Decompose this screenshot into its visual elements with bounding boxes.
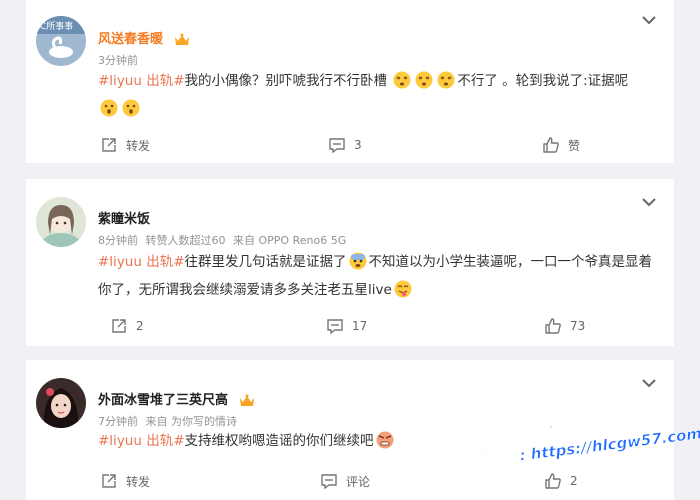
like-button[interactable]: 2 — [544, 472, 578, 490]
username[interactable]: 外面冰雪堆了三英尺高 — [98, 389, 255, 408]
avatar-image — [36, 197, 86, 247]
repost-count-note: 转赞人数超过60 — [145, 234, 226, 247]
crown-badge-icon — [239, 394, 254, 406]
dizzy-face-emoji-icon — [437, 71, 455, 89]
text-segment: 往群里发几句话就是证据了 — [184, 254, 347, 270]
repost-button[interactable]: 转发 — [100, 136, 150, 154]
text-segment: 支持维权哟嗯造谣的你们继续吧 — [184, 433, 374, 449]
comment-button[interactable]: 评论 — [320, 472, 370, 490]
share-icon — [102, 138, 116, 152]
comment-label: 评论 — [346, 474, 371, 489]
like-count: 2 — [570, 474, 578, 488]
like-count: 73 — [570, 319, 586, 333]
username[interactable]: 风送春香暖 — [98, 28, 190, 47]
shocked-face-emoji-icon — [100, 99, 118, 117]
shocked-face-emoji-icon — [122, 99, 140, 117]
repost-button[interactable]: 转发 — [100, 472, 150, 490]
hashtag-link[interactable]: #liyuu 出轨# — [98, 433, 185, 449]
comment-button[interactable]: 17 — [326, 317, 367, 335]
device-source: 来自 OPPO Reno6 5G — [233, 234, 347, 247]
comment-text: #liyuu 出轨#我的小偶像？别吓唬我行不行卧槽 不行了 。轮到我说了:证据呢 — [98, 67, 664, 123]
chevron-down-icon[interactable] — [642, 378, 656, 388]
dizzy-face-emoji-icon — [393, 71, 411, 89]
angry-face-emoji-icon — [376, 431, 394, 449]
comment-count: 3 — [354, 138, 362, 152]
crown-badge-icon — [174, 33, 189, 45]
comment-icon — [321, 474, 337, 490]
like-button[interactable]: 73 — [544, 317, 585, 335]
scared-face-emoji-icon — [349, 252, 367, 270]
timestamp: 3分钟前 — [98, 54, 138, 67]
repost-button[interactable]: 2 — [110, 317, 144, 335]
comment-icon — [327, 319, 343, 335]
share-icon — [102, 474, 116, 488]
comment-text: #liyuu 出轨#往群里发几句话就是证据了 不知道以为小学生装逼呢，一口一个爷真… — [98, 248, 664, 304]
username[interactable]: 紫瞳米饭 — [98, 208, 150, 227]
post-meta: 8分钟前 转赞人数超过60 来自 OPPO Reno6 5G — [98, 232, 350, 248]
timestamp: 8分钟前 — [98, 234, 138, 247]
comment-button[interactable]: 3 — [328, 136, 362, 154]
post-meta: 3分钟前 — [98, 52, 142, 68]
hashtag-link[interactable]: #liyuu 出轨# — [98, 73, 185, 89]
comment-icon — [329, 138, 345, 154]
comment-count: 17 — [352, 319, 368, 333]
svg-text:C所事事: C所事事 — [40, 20, 73, 32]
share-icon — [112, 319, 126, 333]
like-count: 赞 — [568, 138, 581, 153]
chevron-down-icon[interactable] — [642, 15, 656, 25]
repost-count: 2 — [136, 319, 144, 333]
like-button[interactable]: 赞 — [542, 136, 580, 154]
comment-card: 紫瞳米饭 8分钟前 转赞人数超过60 来自 OPPO Reno6 5G #liy… — [26, 179, 674, 346]
avatar[interactable] — [36, 378, 86, 428]
text-segment: 不行了 。轮到我说了:证据呢 — [457, 73, 629, 89]
repost-label: 转发 — [126, 474, 151, 489]
avatar-image — [36, 378, 86, 428]
thumbs-up-icon — [545, 473, 561, 489]
avatar[interactable] — [36, 197, 86, 247]
avatar-image: C所事事 — [36, 16, 86, 66]
hashtag-link[interactable]: #liyuu 出轨# — [98, 254, 185, 270]
comment-card: C所事事 风送春香暖 3分钟前 #liyuu 出轨#我的小偶像？别吓唬我行不行卧… — [26, 0, 674, 163]
chevron-down-icon[interactable] — [642, 197, 656, 207]
avatar[interactable]: C所事事 — [36, 16, 86, 66]
thumbs-up-icon — [543, 137, 559, 153]
text-segment: 我的小偶像？别吓唬我行不行卧槽 — [184, 73, 388, 89]
dizzy-face-emoji-icon — [415, 71, 433, 89]
tongue-face-emoji-icon — [394, 280, 412, 298]
repost-label: 转发 — [126, 138, 151, 153]
thumbs-up-icon — [545, 318, 561, 334]
